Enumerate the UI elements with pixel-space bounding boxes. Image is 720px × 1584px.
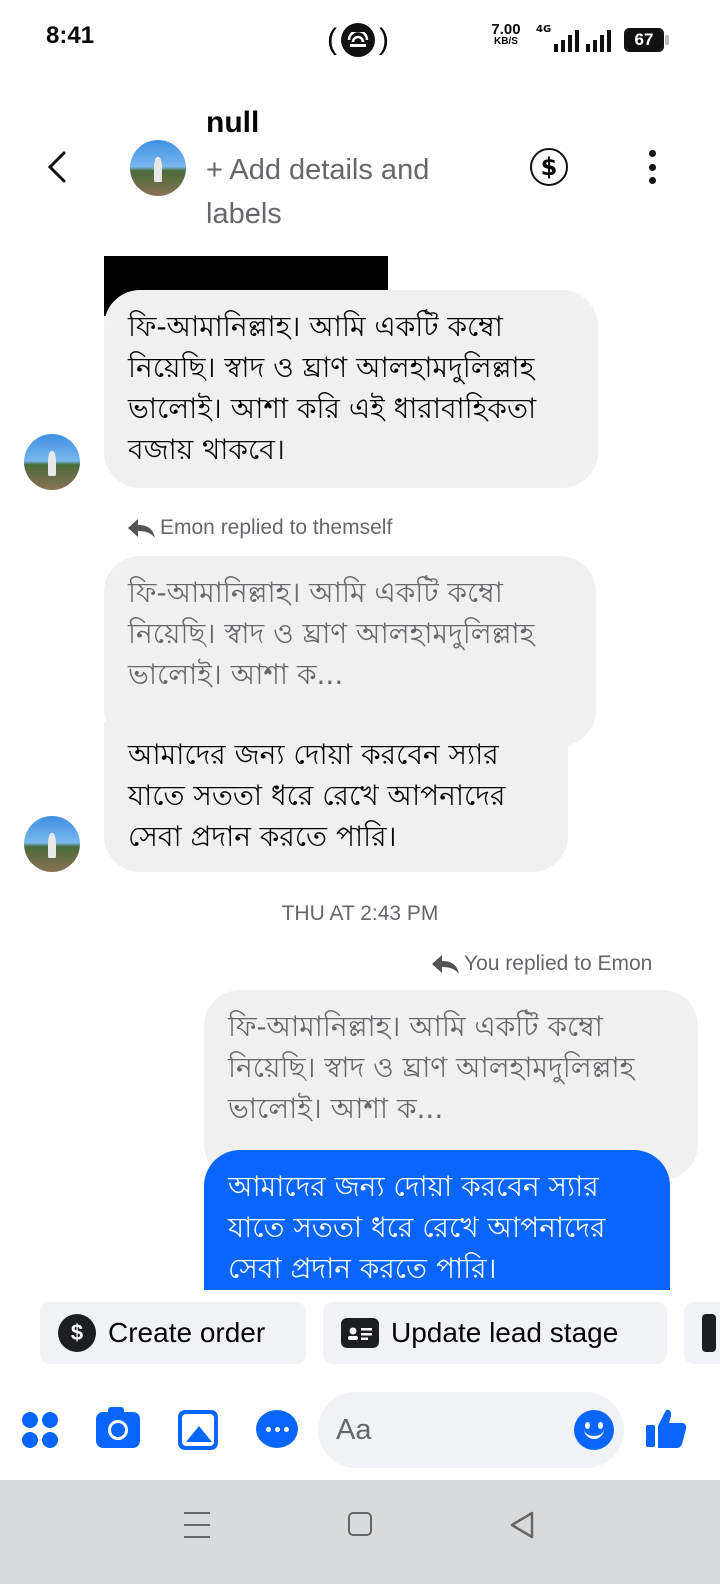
update-lead-stage-button[interactable]: Update lead stage [323, 1302, 667, 1364]
more-vertical-icon[interactable] [644, 150, 660, 184]
battery-level: 67 [634, 30, 654, 49]
message-bubble-received[interactable]: ফি-আমানিল্লাহ। আমি একটি কম্বো নিয়েছি। স… [104, 290, 598, 488]
create-order-button[interactable]: $ Create order [40, 1302, 306, 1364]
update-lead-stage-label: Update lead stage [391, 1317, 619, 1348]
thumbs-up-icon[interactable] [644, 1406, 688, 1450]
reply-arrow-icon [432, 955, 459, 974]
contact-name[interactable]: null [206, 106, 259, 140]
chevron-left-icon[interactable] [44, 150, 72, 184]
id-card-icon [341, 1318, 379, 1348]
dollar-circle-icon: $ [58, 1314, 96, 1352]
action-icon [702, 1314, 716, 1352]
chat-bubble-icon[interactable] [256, 1410, 298, 1448]
message-bubble-sent[interactable]: আমাদের জন্য দোয়া করবেন স্যার যাতে সততা … [204, 1150, 670, 1300]
more-actions-button[interactable] [684, 1302, 720, 1364]
hotspot-paren-left: ( [327, 23, 337, 56]
emoji-icon[interactable] [574, 1410, 614, 1450]
hotspot-paren-right: ) [379, 23, 389, 56]
hotspot-icon [341, 23, 375, 57]
reply-arrow-icon [128, 519, 155, 538]
timestamp: THU AT 2:43 PM [281, 902, 439, 925]
avatar[interactable] [24, 816, 80, 872]
reply-label-text: Emon replied to themself [160, 516, 393, 539]
reply-label: You replied to Emon [430, 952, 652, 976]
avatar[interactable] [130, 140, 186, 196]
signal-icon-2 [586, 30, 611, 52]
recent-apps-icon[interactable] [184, 1512, 210, 1538]
camera-icon[interactable] [96, 1407, 140, 1448]
message-bubble-received[interactable]: আমাদের জন্য দোয়া করবেন স্যার যাতে সততা … [104, 722, 568, 872]
reply-label-text: You replied to Emon [464, 952, 653, 975]
create-order-label: Create order [108, 1317, 266, 1348]
status-time: 8:41 [46, 22, 95, 49]
dollar-circle-icon[interactable]: $ [530, 148, 568, 186]
quoted-message[interactable]: ফি-আমানিল্লাহ। আমি একটি কম্বো নিয়েছি। স… [104, 556, 596, 746]
signal-icon-1 [554, 30, 579, 52]
avatar[interactable] [24, 434, 80, 490]
apps-grid-icon[interactable] [22, 1412, 58, 1448]
hotspot-indicator: ( ) [326, 16, 390, 64]
gallery-icon[interactable] [178, 1410, 218, 1450]
network-speed: 7.00 KB/S [486, 21, 526, 48]
battery-icon: 67 [624, 28, 669, 52]
network-speed-value: 7.00 [491, 21, 521, 38]
reply-label: Emon replied to themself [126, 516, 392, 540]
add-details-link[interactable]: + Add details and labels [206, 148, 506, 236]
home-icon[interactable] [348, 1512, 372, 1536]
network-type: 4G [536, 24, 552, 35]
back-triangle-icon[interactable] [508, 1510, 536, 1540]
